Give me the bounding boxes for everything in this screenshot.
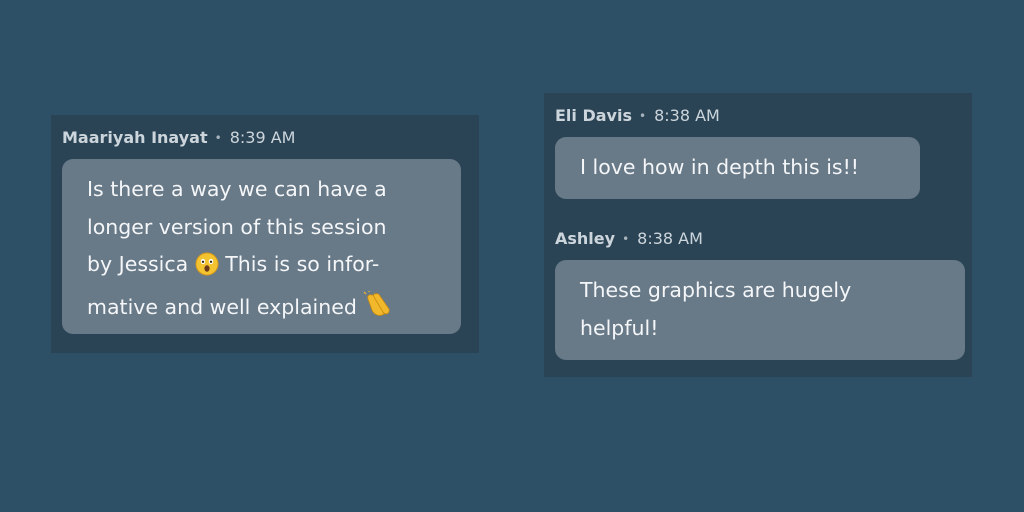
chat-panel-right: Eli Davis • 8:38 AM I love how in depth … [544, 93, 972, 377]
timestamp: 8:38 AM [637, 229, 703, 248]
author-name[interactable]: Ashley [555, 229, 615, 249]
message-bubble[interactable]: These graphics are hugely helpful! [555, 260, 965, 360]
message-bubble[interactable]: I love how in depth this is!! [555, 137, 920, 199]
message-line: These graphics are hugely [580, 278, 852, 302]
timestamp: 8:38 AM [654, 106, 720, 125]
message-line: Is there a way we can have a [87, 177, 387, 201]
separator-dot: • [638, 109, 647, 123]
message-header: Maariyah Inayat • 8:39 AM [62, 128, 295, 148]
timestamp: 8:39 AM [229, 128, 296, 147]
author-name[interactable]: Eli Davis [555, 106, 632, 126]
message-line: helpful! [580, 315, 659, 340]
message-line: by Jessica This is so infor- [87, 246, 461, 289]
message-header: Eli Davis • 8:38 AM [555, 106, 720, 126]
separator-dot: • [622, 232, 630, 246]
author-name[interactable]: Maariyah Inayat [62, 128, 208, 148]
separator-dot: • [214, 131, 222, 145]
message-line: mative and well explained [87, 289, 461, 332]
message-line: I love how in depth this is!! [580, 155, 860, 179]
message-header: Ashley • 8:38 AM [555, 229, 703, 249]
astonished-face-icon [195, 251, 219, 289]
clapping-hands-icon [363, 290, 393, 332]
message-text: This is so infor- [225, 252, 380, 276]
message-text: by Jessica [87, 252, 189, 276]
chat-panel-left: Maariyah Inayat • 8:39 AM Is there a way… [51, 115, 479, 353]
message-line: longer version of this session [87, 214, 387, 239]
message-text: mative and well explained [87, 294, 357, 319]
message-bubble[interactable]: Is there a way we can have a longer vers… [62, 159, 461, 334]
